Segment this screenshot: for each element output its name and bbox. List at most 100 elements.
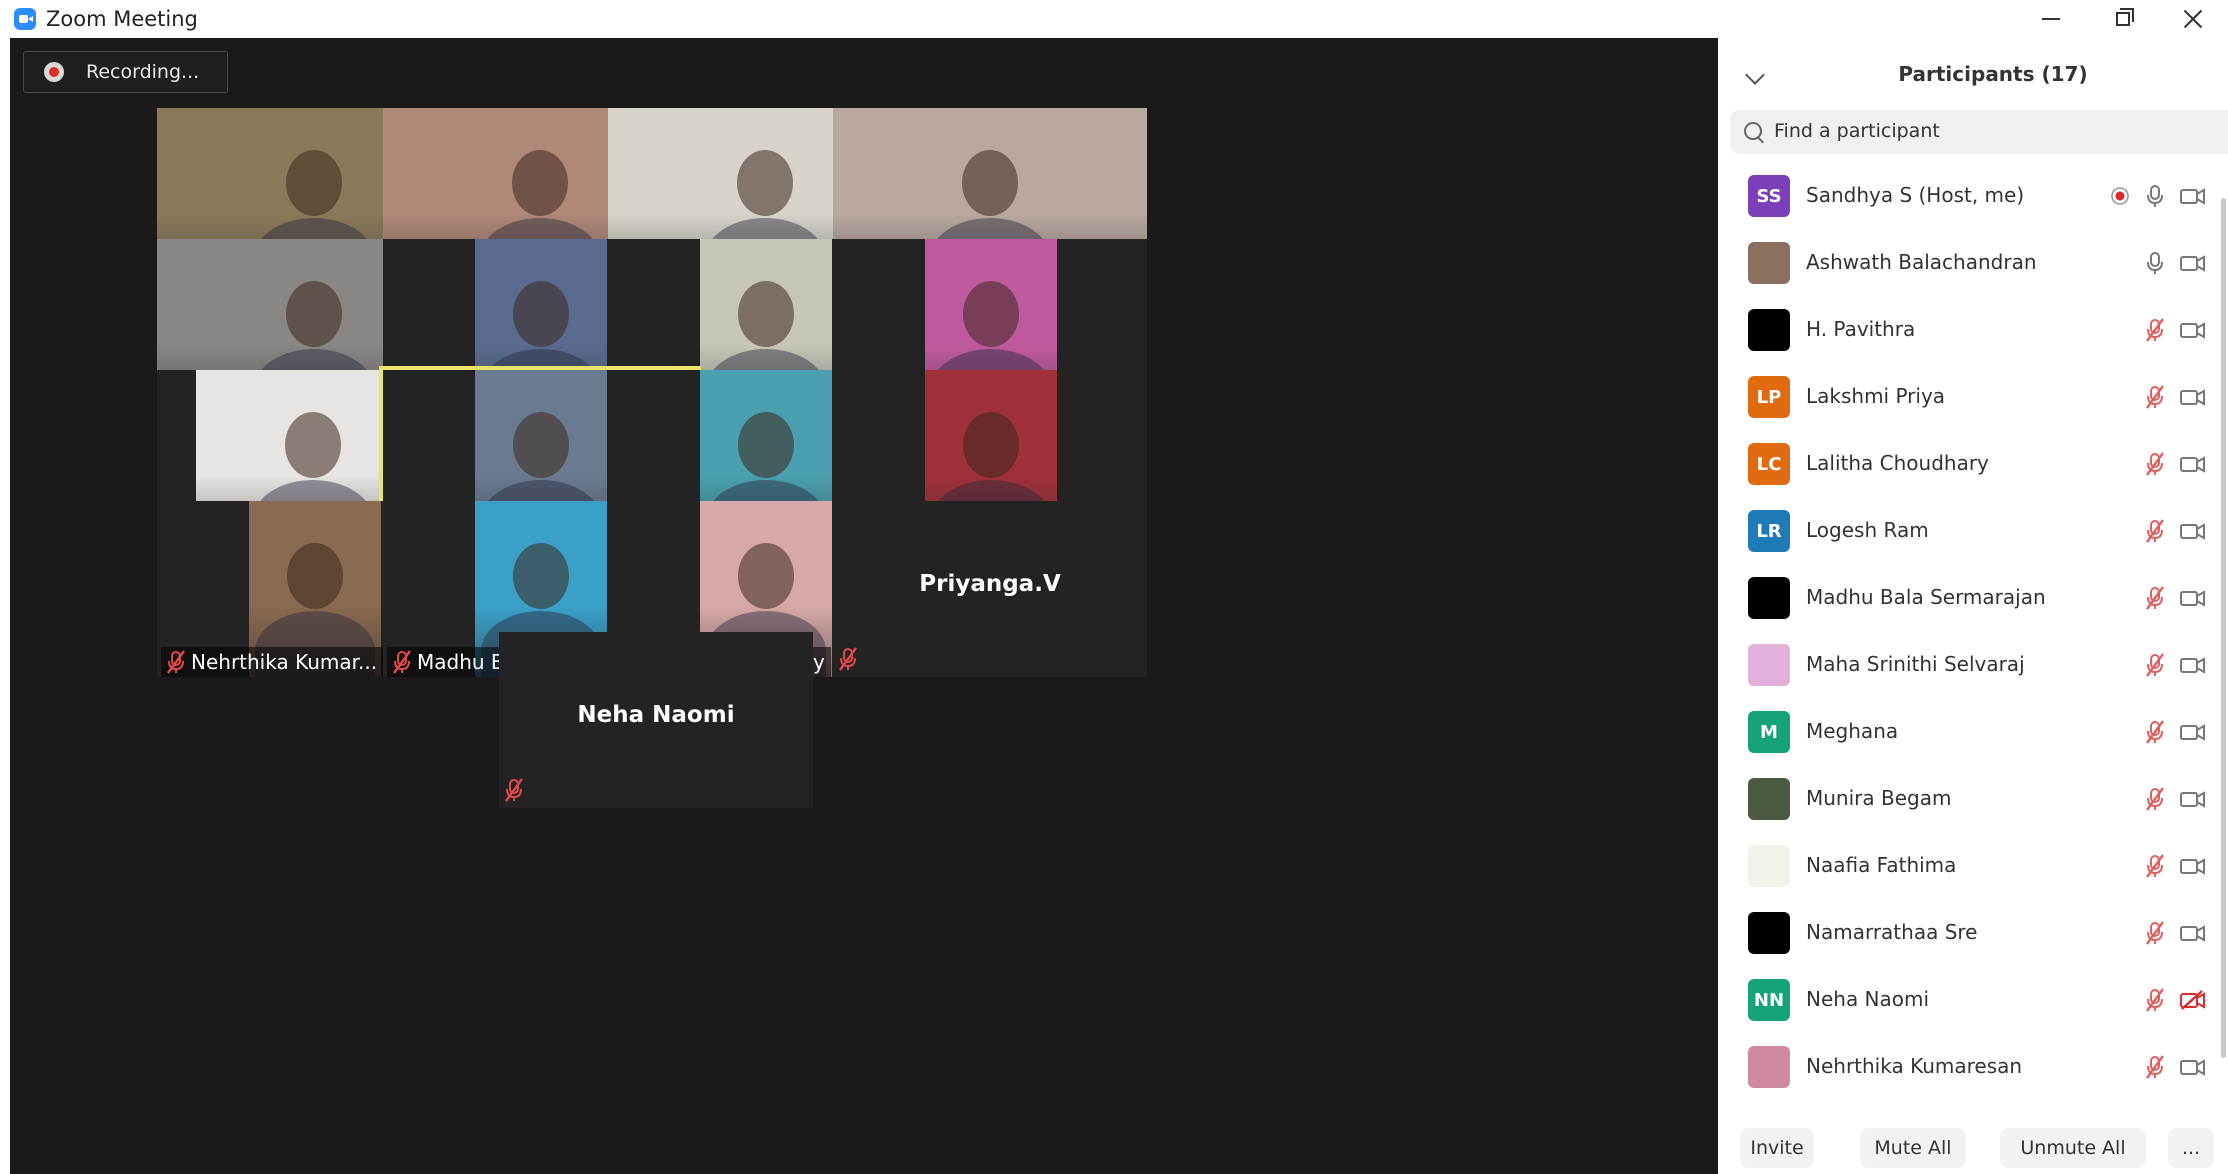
participant-row[interactable]: Ashwath Balachandran [1718,229,2228,296]
participant-silhouette [738,543,794,609]
mic-muted-icon[interactable] [2130,988,2166,1016]
mic-muted-icon[interactable] [2130,653,2166,681]
camera-icon [2166,789,2206,813]
avatar: NN [1748,979,1790,1021]
mic-muted-icon [391,650,413,674]
participant-status-icons [2130,854,2206,882]
participant-status-icons [2130,988,2206,1016]
avatar [1748,1046,1790,1088]
participant-status-icons [2130,385,2206,413]
participant-row[interactable]: Namarrathaa Sre [1718,899,2228,966]
mic-muted-icon [165,650,187,674]
video-tile[interactable]: Neha Naomi [499,632,813,808]
participant-silhouette [286,150,342,216]
video-tile[interactable]: Priyanga.V [833,501,1147,677]
participant-name: Neha Naomi [1806,987,1930,1011]
unmute-all-button[interactable]: Unmute All [2000,1128,2146,1168]
participant-row[interactable]: SS Sandhya S (Host, me) [1718,162,2228,229]
participant-silhouette [287,543,343,609]
mic-muted-icon[interactable] [2130,921,2166,949]
participant-silhouette [963,281,1019,347]
recording-label: Recording... [86,61,200,83]
search-icon [1744,122,1762,140]
participant-row[interactable]: LR Logesh Ram [1718,497,2228,564]
search-input[interactable]: Find a participant [1774,120,1940,142]
avatar [1748,912,1790,954]
camera-icon [2166,655,2206,679]
participant-row[interactable]: Naafia Fathima [1718,832,2228,899]
record-icon [44,62,64,82]
mic-icon[interactable] [2130,251,2166,279]
mic-muted-icon [837,647,859,675]
participant-row[interactable]: LC Lalitha Choudhary [1718,430,2228,497]
participants-header: Participants (17) [1718,38,2228,108]
participant-row[interactable]: Maha Srinithi Selvaraj [1718,631,2228,698]
avatar: SS [1748,175,1790,217]
participant-name: Munira Begam [1806,786,1952,810]
camera-off-icon [2166,990,2206,1014]
participant-silhouette [513,412,569,478]
participant-silhouette [737,150,793,216]
close-button[interactable] [2158,0,2228,38]
avatar [1748,242,1790,284]
tile-name-label: Nehrthika Kumar... [161,647,384,677]
participant-status-icons [2130,720,2206,748]
tile-name-text: Nehrthika Kumar... [191,650,378,674]
title-bar: Zoom Meeting [0,0,2228,38]
participant-row[interactable]: H. Pavithra [1718,296,2228,363]
mic-muted-icon[interactable] [2130,385,2166,413]
participant-name: Maha Srinithi Selvaraj [1806,652,2025,676]
camera-icon [2166,186,2206,210]
mic-muted-icon[interactable] [2130,720,2166,748]
participant-name: Sandhya S (Host, me) [1806,183,2025,207]
camera-icon [2166,856,2206,880]
zoom-app-icon [14,8,36,30]
mic-muted-icon[interactable] [2130,854,2166,882]
participant-status-icons [2130,318,2206,346]
mic-muted-icon[interactable] [2130,318,2166,346]
avatar [1748,845,1790,887]
participant-status-icons [2130,787,2206,815]
mic-muted-icon[interactable] [2130,452,2166,480]
camera-icon [2166,923,2206,947]
participant-row[interactable]: LP Lakshmi Priya [1718,363,2228,430]
participant-silhouette [513,281,569,347]
more-options-button[interactable]: ... [2168,1128,2214,1168]
tile-big-name: Neha Naomi [577,702,735,728]
avatar [1748,778,1790,820]
participants-panel: Participants (17) Find a participant SS S… [1718,38,2228,1174]
mic-icon[interactable] [2130,184,2166,212]
avatar: M [1748,711,1790,753]
participant-list: SS Sandhya S (Host, me) Ashwath Balachandr… [1718,162,2228,1100]
minimize-icon [2042,18,2060,20]
participant-search[interactable]: Find a participant [1730,110,2228,154]
participant-row[interactable]: NN Neha Naomi [1718,966,2228,1033]
mic-muted-icon[interactable] [2130,787,2166,815]
mic-muted-icon[interactable] [2130,519,2166,547]
participant-name: Madhu Bala Sermarajan [1806,585,2046,609]
avatar [1748,644,1790,686]
tile-big-name: Priyanga.V [919,571,1061,597]
invite-button[interactable]: Invite [1740,1128,1814,1168]
participant-name: Lakshmi Priya [1806,384,1946,408]
mic-muted-icon[interactable] [2130,1055,2166,1083]
minimize-button[interactable] [2016,0,2086,38]
participant-name: Logesh Ram [1806,518,1929,542]
gallery-view: Recording... H. PavithraSandhya SLogesh … [10,38,1718,1174]
participant-row[interactable]: M Meghana [1718,698,2228,765]
restore-button[interactable] [2088,0,2158,38]
participant-row[interactable]: Madhu Bala Sermarajan [1718,564,2228,631]
participant-row[interactable]: Nehrthika Kumaresan [1718,1033,2228,1100]
participant-silhouette [738,412,794,478]
participant-name: H. Pavithra [1806,317,1916,341]
participant-list-scrollbar[interactable] [2221,198,2226,1058]
mute-all-button[interactable]: Mute All [1860,1128,1966,1168]
recording-indicator[interactable]: Recording... [23,51,228,93]
participant-name: Naafia Fathima [1806,853,1957,877]
participant-row[interactable]: Munira Begam [1718,765,2228,832]
participant-silhouette [286,281,342,347]
participant-silhouette [512,150,568,216]
mic-muted-icon[interactable] [2130,586,2166,614]
camera-icon [2166,387,2206,411]
participant-silhouette [963,412,1019,478]
